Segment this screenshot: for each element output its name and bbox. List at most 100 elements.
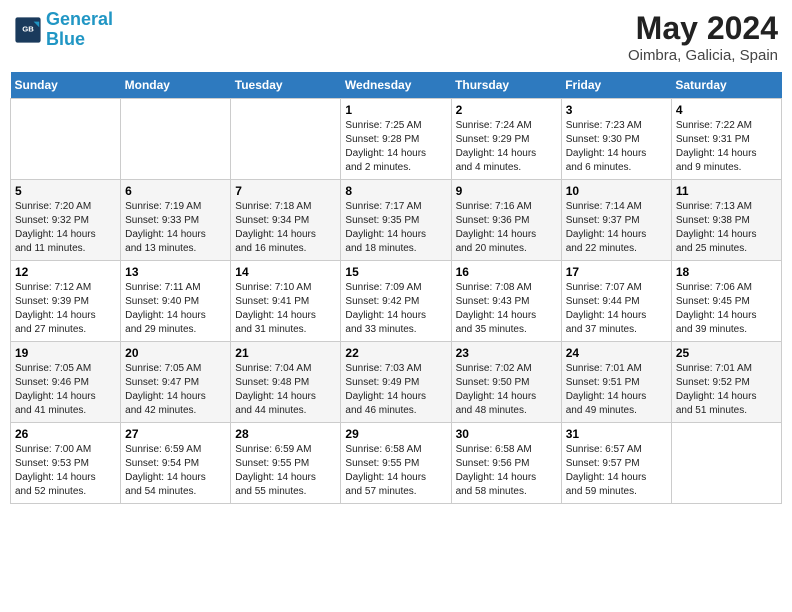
day-info: Sunrise: 7:07 AM Sunset: 9:44 PM Dayligh… — [566, 281, 667, 337]
day-info: Sunrise: 7:20 AM Sunset: 9:32 PM Dayligh… — [15, 200, 116, 256]
col-header-monday: Monday — [121, 72, 231, 99]
day-number: 28 — [235, 427, 336, 441]
page-title: May 2024 — [628, 10, 778, 47]
calendar-cell: 27 Sunrise: 6:59 AM Sunset: 9:54 PM Dayli… — [121, 423, 231, 504]
day-info: Sunrise: 7:23 AM Sunset: 9:30 PM Dayligh… — [566, 119, 667, 175]
week-row-2: 5 Sunrise: 7:20 AM Sunset: 9:32 PM Daylig… — [11, 180, 782, 261]
col-header-wednesday: Wednesday — [341, 72, 451, 99]
day-number: 12 — [15, 265, 116, 279]
day-number: 21 — [235, 346, 336, 360]
day-number: 7 — [235, 184, 336, 198]
day-number: 31 — [566, 427, 667, 441]
calendar-cell: 13 Sunrise: 7:11 AM Sunset: 9:40 PM Dayli… — [121, 261, 231, 342]
calendar-header-row: SundayMondayTuesdayWednesdayThursdayFrid… — [11, 72, 782, 99]
calendar-table: SundayMondayTuesdayWednesdayThursdayFrid… — [10, 72, 782, 504]
day-number: 24 — [566, 346, 667, 360]
day-number: 10 — [566, 184, 667, 198]
calendar-cell — [671, 423, 781, 504]
calendar-cell: 17 Sunrise: 7:07 AM Sunset: 9:44 PM Dayli… — [561, 261, 671, 342]
calendar-cell — [11, 99, 121, 180]
day-info: Sunrise: 7:01 AM Sunset: 9:51 PM Dayligh… — [566, 362, 667, 418]
day-info: Sunrise: 7:19 AM Sunset: 9:33 PM Dayligh… — [125, 200, 226, 256]
day-number: 25 — [676, 346, 777, 360]
calendar-cell: 10 Sunrise: 7:14 AM Sunset: 9:37 PM Dayli… — [561, 180, 671, 261]
day-number: 13 — [125, 265, 226, 279]
calendar-cell: 2 Sunrise: 7:24 AM Sunset: 9:29 PM Daylig… — [451, 99, 561, 180]
calendar-cell: 6 Sunrise: 7:19 AM Sunset: 9:33 PM Daylig… — [121, 180, 231, 261]
day-number: 5 — [15, 184, 116, 198]
day-number: 6 — [125, 184, 226, 198]
day-info: Sunrise: 7:05 AM Sunset: 9:47 PM Dayligh… — [125, 362, 226, 418]
day-info: Sunrise: 7:14 AM Sunset: 9:37 PM Dayligh… — [566, 200, 667, 256]
calendar-cell: 18Sunrise: 7:06 AM Sunset: 9:45 PM Dayli… — [671, 261, 781, 342]
week-row-3: 12Sunrise: 7:12 AM Sunset: 9:39 PM Dayli… — [11, 261, 782, 342]
logo: GB GeneralBlue — [14, 10, 113, 50]
logo-text: GeneralBlue — [46, 10, 113, 50]
day-info: Sunrise: 7:17 AM Sunset: 9:35 PM Dayligh… — [345, 200, 446, 256]
day-number: 30 — [456, 427, 557, 441]
col-header-sunday: Sunday — [11, 72, 121, 99]
day-info: Sunrise: 7:22 AM Sunset: 9:31 PM Dayligh… — [676, 119, 777, 175]
col-header-saturday: Saturday — [671, 72, 781, 99]
day-number: 8 — [345, 184, 446, 198]
col-header-friday: Friday — [561, 72, 671, 99]
svg-text:GB: GB — [22, 24, 34, 33]
calendar-cell: 7 Sunrise: 7:18 AM Sunset: 9:34 PM Daylig… — [231, 180, 341, 261]
calendar-cell: 9Sunrise: 7:16 AM Sunset: 9:36 PM Daylig… — [451, 180, 561, 261]
day-number: 26 — [15, 427, 116, 441]
calendar-cell: 23Sunrise: 7:02 AM Sunset: 9:50 PM Dayli… — [451, 342, 561, 423]
day-number: 16 — [456, 265, 557, 279]
day-info: Sunrise: 7:09 AM Sunset: 9:42 PM Dayligh… — [345, 281, 446, 337]
col-header-thursday: Thursday — [451, 72, 561, 99]
day-info: Sunrise: 7:08 AM Sunset: 9:43 PM Dayligh… — [456, 281, 557, 337]
calendar-cell: 19 Sunrise: 7:05 AM Sunset: 9:46 PM Dayli… — [11, 342, 121, 423]
day-number: 1 — [345, 103, 446, 117]
week-row-4: 19 Sunrise: 7:05 AM Sunset: 9:46 PM Dayli… — [11, 342, 782, 423]
calendar-cell: 30 Sunrise: 6:58 AM Sunset: 9:56 PM Dayli… — [451, 423, 561, 504]
day-info: Sunrise: 6:59 AM Sunset: 9:54 PM Dayligh… — [125, 443, 226, 499]
day-info: Sunrise: 7:00 AM Sunset: 9:53 PM Dayligh… — [15, 443, 116, 499]
day-number: 14 — [235, 265, 336, 279]
calendar-cell: 29Sunrise: 6:58 AM Sunset: 9:55 PM Dayli… — [341, 423, 451, 504]
day-info: Sunrise: 7:24 AM Sunset: 9:29 PM Dayligh… — [456, 119, 557, 175]
page-subtitle: Oimbra, Galicia, Spain — [628, 47, 778, 64]
day-number: 15 — [345, 265, 446, 279]
calendar-cell: 4 Sunrise: 7:22 AM Sunset: 9:31 PM Daylig… — [671, 99, 781, 180]
day-number: 20 — [125, 346, 226, 360]
day-info: Sunrise: 7:01 AM Sunset: 9:52 PM Dayligh… — [676, 362, 777, 418]
day-info: Sunrise: 7:10 AM Sunset: 9:41 PM Dayligh… — [235, 281, 336, 337]
calendar-cell — [121, 99, 231, 180]
day-number: 17 — [566, 265, 667, 279]
calendar-cell: 21Sunrise: 7:04 AM Sunset: 9:48 PM Dayli… — [231, 342, 341, 423]
calendar-cell: 20 Sunrise: 7:05 AM Sunset: 9:47 PM Dayli… — [121, 342, 231, 423]
day-info: Sunrise: 7:25 AM Sunset: 9:28 PM Dayligh… — [345, 119, 446, 175]
day-number: 27 — [125, 427, 226, 441]
day-info: Sunrise: 6:57 AM Sunset: 9:57 PM Dayligh… — [566, 443, 667, 499]
day-info: Sunrise: 7:13 AM Sunset: 9:38 PM Dayligh… — [676, 200, 777, 256]
col-header-tuesday: Tuesday — [231, 72, 341, 99]
day-info: Sunrise: 7:18 AM Sunset: 9:34 PM Dayligh… — [235, 200, 336, 256]
calendar-cell: 31 Sunrise: 6:57 AM Sunset: 9:57 PM Dayli… — [561, 423, 671, 504]
day-info: Sunrise: 7:05 AM Sunset: 9:46 PM Dayligh… — [15, 362, 116, 418]
day-number: 18 — [676, 265, 777, 279]
calendar-cell: 28Sunrise: 6:59 AM Sunset: 9:55 PM Dayli… — [231, 423, 341, 504]
calendar-cell: 8 Sunrise: 7:17 AM Sunset: 9:35 PM Daylig… — [341, 180, 451, 261]
day-info: Sunrise: 6:58 AM Sunset: 9:55 PM Dayligh… — [345, 443, 446, 499]
calendar-cell: 22Sunrise: 7:03 AM Sunset: 9:49 PM Dayli… — [341, 342, 451, 423]
day-number: 9 — [456, 184, 557, 198]
calendar-cell: 11 Sunrise: 7:13 AM Sunset: 9:38 PM Dayli… — [671, 180, 781, 261]
day-number: 11 — [676, 184, 777, 198]
logo-icon: GB — [14, 16, 42, 44]
calendar-cell: 16 Sunrise: 7:08 AM Sunset: 9:43 PM Dayli… — [451, 261, 561, 342]
day-info: Sunrise: 7:11 AM Sunset: 9:40 PM Dayligh… — [125, 281, 226, 337]
day-number: 4 — [676, 103, 777, 117]
day-number: 19 — [15, 346, 116, 360]
day-number: 2 — [456, 103, 557, 117]
calendar-cell: 26 Sunrise: 7:00 AM Sunset: 9:53 PM Dayli… — [11, 423, 121, 504]
day-number: 3 — [566, 103, 667, 117]
calendar-cell: 24 Sunrise: 7:01 AM Sunset: 9:51 PM Dayli… — [561, 342, 671, 423]
calendar-cell: 5 Sunrise: 7:20 AM Sunset: 9:32 PM Daylig… — [11, 180, 121, 261]
day-info: Sunrise: 6:58 AM Sunset: 9:56 PM Dayligh… — [456, 443, 557, 499]
calendar-cell: 3 Sunrise: 7:23 AM Sunset: 9:30 PM Daylig… — [561, 99, 671, 180]
week-row-5: 26 Sunrise: 7:00 AM Sunset: 9:53 PM Dayli… — [11, 423, 782, 504]
